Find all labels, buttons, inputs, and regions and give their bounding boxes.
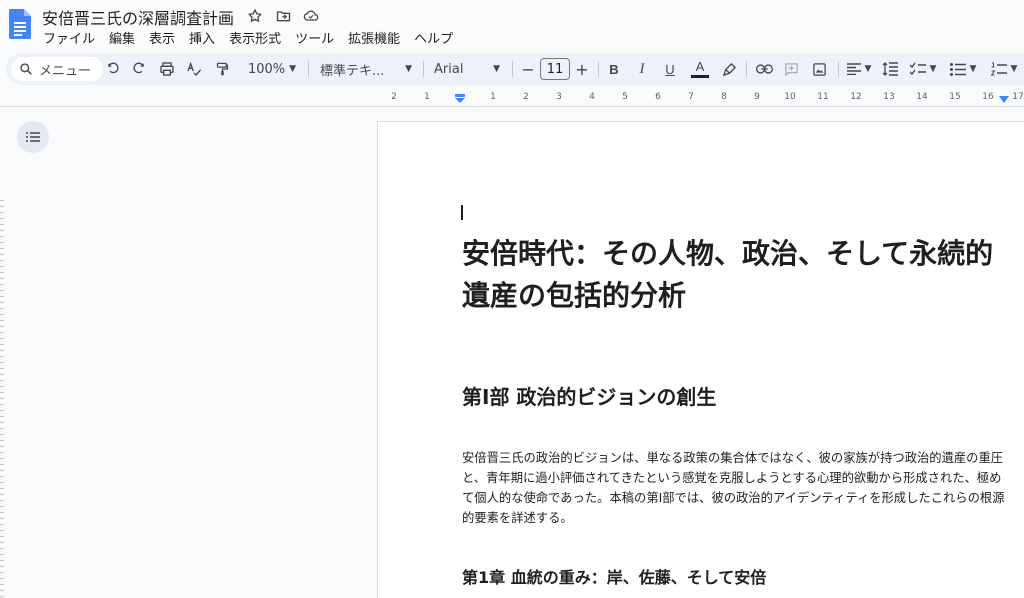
toolbar: メニュー 100% ▼ 標準テキ... ▼ Arial ▼ − 11 + B I… (6, 53, 1024, 85)
ruler-label: 8 (721, 92, 727, 102)
ruler-label: 3 (556, 92, 562, 102)
cloud-saved-icon[interactable] (302, 7, 320, 25)
zoom-select[interactable]: 100% ▼ (243, 53, 301, 85)
docs-logo-icon[interactable] (9, 9, 31, 39)
ruler-label: 9 (754, 92, 760, 102)
ruler-label: 5 (622, 92, 628, 102)
right-indent-marker-icon[interactable] (998, 96, 1010, 104)
menu-format[interactable]: 表示形式 (222, 28, 288, 47)
paragraph-style-select[interactable]: 標準テキ... ▼ (320, 53, 412, 85)
font-value: Arial (434, 61, 464, 77)
text-color-bar (691, 74, 709, 78)
toolbar-divider (423, 61, 424, 77)
vertical-ruler[interactable] (0, 200, 4, 598)
bold-button[interactable]: B (606, 53, 622, 85)
ruler-label: 17 (1012, 92, 1024, 102)
undo-icon[interactable] (104, 53, 122, 85)
body-paragraph[interactable]: 安倍晋三氏の政治的ビジョンは、単なる政策の集合体ではなく、彼の家族が持つ政治的遺… (462, 448, 1007, 528)
zoom-value: 100% (247, 61, 286, 77)
line-spacing-icon[interactable] (880, 53, 900, 85)
menu-bar: ファイル 編集 表示 挿入 表示形式 ツール 拡張機能 ヘルプ (36, 28, 460, 47)
menu-tools[interactable]: ツール (288, 28, 341, 47)
menu-edit[interactable]: 編集 (102, 28, 142, 47)
move-folder-icon[interactable] (274, 7, 292, 25)
spellcheck-icon[interactable] (184, 53, 204, 85)
star-icon[interactable] (246, 7, 264, 25)
chevron-down-icon: ▼ (289, 64, 297, 74)
ruler-label: 16 (982, 92, 994, 102)
add-comment-icon[interactable] (782, 53, 800, 85)
search-menus-button[interactable]: メニュー (11, 57, 103, 81)
search-menus-label: メニュー (39, 63, 92, 79)
menu-view[interactable]: 表示 (142, 28, 182, 47)
paragraph-style-value: 標準テキ... (320, 63, 385, 79)
document-title[interactable]: 安倍晋三氏の深層調査計画 (42, 5, 234, 29)
menu-file[interactable]: ファイル (36, 28, 102, 47)
toolbar-divider (746, 61, 747, 77)
highlight-icon[interactable] (720, 53, 738, 85)
checklist-select[interactable]: ▼ (906, 53, 940, 85)
left-indent-marker-icon[interactable] (454, 94, 466, 104)
underline-button[interactable]: U (662, 53, 678, 85)
ruler-label: 2 (523, 92, 529, 102)
paint-format-icon[interactable] (213, 53, 231, 85)
chevron-down-icon: ▼ (405, 64, 412, 74)
toolbar-divider (512, 61, 513, 77)
toolbar-divider (308, 61, 309, 77)
ruler-label: 1 (424, 92, 430, 102)
ruler-divider (0, 106, 1024, 107)
ruler-label: 1 (490, 92, 496, 102)
search-icon (19, 62, 33, 76)
insert-image-icon[interactable] (810, 53, 828, 85)
toolbar-divider (838, 61, 839, 77)
chevron-down-icon: ▼ (864, 64, 872, 74)
document-heading-title[interactable]: 安倍時代：その人物、政治、そして永続的遺産の包括的分析 (462, 233, 1007, 317)
part-heading[interactable]: 第Ⅰ部 政治的ビジョンの創生 (462, 381, 716, 410)
horizontal-ruler[interactable]: 2 1 1 2 3 4 5 6 7 8 9 10 11 12 13 14 15 … (378, 90, 1024, 106)
print-icon[interactable] (158, 53, 176, 85)
font-size-input[interactable]: 11 (540, 58, 570, 80)
document-outline-button[interactable] (17, 121, 49, 153)
ruler-label: 4 (589, 92, 595, 102)
text-color-button[interactable]: A (688, 53, 712, 85)
text-color-letter: A (695, 58, 705, 74)
menu-insert[interactable]: 挿入 (182, 28, 222, 47)
checklist-icon (909, 62, 926, 76)
menu-extensions[interactable]: 拡張機能 (341, 28, 407, 47)
chevron-down-icon: ▼ (493, 64, 500, 74)
ruler-label: 7 (688, 92, 694, 102)
numbered-list-icon (990, 62, 1007, 76)
chevron-down-icon: ▼ (929, 64, 937, 74)
align-left-icon (846, 63, 861, 75)
toolbar-divider (598, 61, 599, 77)
redo-icon[interactable] (130, 53, 148, 85)
font-select[interactable]: Arial ▼ (434, 53, 500, 85)
ruler-label: 12 (850, 92, 862, 102)
menu-help[interactable]: ヘルプ (407, 28, 460, 47)
italic-button[interactable]: I (634, 53, 650, 85)
increase-font-size-button[interactable]: + (574, 53, 590, 85)
chapter-heading[interactable]: 第1章 血統の重み：岸、佐藤、そして安倍 (462, 564, 766, 588)
title-bar: 安倍晋三氏の深層調査計画 ファイル 編集 表示 挿入 表示形式 ツール 拡張機能… (0, 0, 1024, 50)
ruler-label: 6 (655, 92, 661, 102)
bulleted-list-icon (949, 62, 966, 76)
ruler-label: 13 (883, 92, 895, 102)
link-icon[interactable] (754, 53, 774, 85)
numbered-list-select[interactable]: ▼ (986, 53, 1022, 85)
chevron-down-icon: ▼ (969, 64, 977, 74)
ruler-label: 15 (949, 92, 961, 102)
outline-list-icon (26, 132, 40, 142)
ruler-label: 11 (817, 92, 829, 102)
decrease-font-size-button[interactable]: − (520, 53, 536, 85)
bulleted-list-select[interactable]: ▼ (946, 53, 980, 85)
ruler-label: 14 (916, 92, 928, 102)
ruler-label: 2 (391, 92, 397, 102)
align-select[interactable]: ▼ (844, 53, 874, 85)
ruler-label: 10 (784, 92, 796, 102)
text-cursor (461, 205, 463, 220)
chevron-down-icon: ▼ (1010, 64, 1018, 74)
